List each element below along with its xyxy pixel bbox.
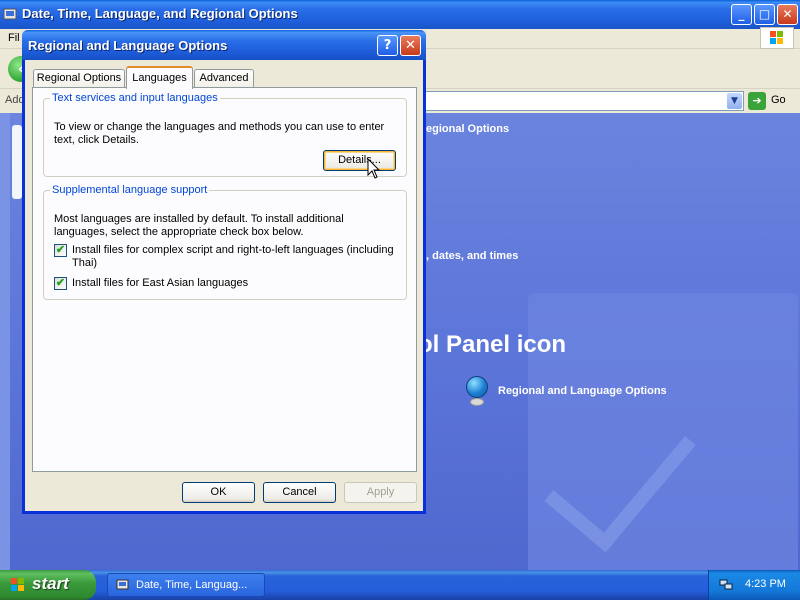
control-panel-icon: [3, 8, 17, 20]
close-button[interactable]: ✕: [777, 4, 798, 25]
tab-regional-options[interactable]: Regional Options: [33, 69, 125, 88]
dialog-title: Regional and Language Options: [28, 38, 228, 53]
supplemental-language-group: Supplemental language support Most langu…: [43, 184, 407, 300]
control-panel-icon-heading: ol Panel icon: [418, 331, 567, 358]
address-input[interactable]: ▼: [424, 91, 744, 111]
help-button[interactable]: ?: [377, 35, 398, 56]
tab-languages[interactable]: Languages: [126, 66, 193, 89]
windows-logo-icon: [760, 27, 794, 49]
taskbar: start Date, Time, Languag... 4:23 PM: [0, 570, 800, 600]
complex-script-checkbox[interactable]: ✔: [54, 244, 67, 257]
languages-tab-panel: Text services and input languages To vie…: [32, 87, 417, 472]
cancel-button[interactable]: Cancel: [263, 482, 336, 503]
network-icon[interactable]: [719, 578, 733, 592]
minimize-button[interactable]: _: [731, 4, 752, 25]
details-button[interactable]: Details...: [323, 150, 396, 171]
category-heading: egional Options: [426, 123, 510, 135]
menu-file[interactable]: Fil: [8, 32, 20, 44]
dialog-titlebar[interactable]: Regional and Language Options ? ✕: [22, 30, 426, 60]
taskbar-item-date-time[interactable]: Date, Time, Languag...: [107, 573, 265, 597]
go-arrow-icon: ➔: [748, 92, 766, 110]
dialog-close-button[interactable]: ✕: [400, 35, 421, 56]
chevron-down-icon[interactable]: ▼: [727, 93, 742, 109]
task-heading[interactable]: , dates, and times: [426, 250, 518, 262]
windows-flag-icon: [11, 578, 24, 591]
text-services-legend: Text services and input languages: [52, 92, 218, 104]
task-pane-card: [12, 125, 22, 199]
supplemental-legend: Supplemental language support: [52, 184, 208, 196]
apply-button[interactable]: Apply: [344, 482, 417, 503]
mouse-cursor-icon: [367, 158, 381, 179]
maximize-button[interactable]: □: [754, 4, 775, 25]
text-services-description: To view or change the languages and meth…: [54, 121, 385, 146]
tab-advanced[interactable]: Advanced: [194, 69, 254, 88]
start-label: start: [32, 574, 69, 593]
globe-icon[interactable]: [466, 376, 488, 398]
go-button[interactable]: ➔ Go: [748, 91, 798, 111]
east-asian-label[interactable]: Install files for East Asian languages: [72, 277, 397, 290]
globe-stand: [470, 398, 484, 406]
background-window-title: Date, Time, Language, and Regional Optio…: [22, 6, 298, 21]
supplemental-description: Most languages are installed by default.…: [54, 213, 344, 238]
go-label: Go: [771, 94, 786, 106]
east-asian-checkbox[interactable]: ✔: [54, 277, 67, 290]
clock[interactable]: 4:23 PM: [745, 578, 786, 590]
complex-script-label[interactable]: Install files for complex script and rig…: [72, 244, 397, 270]
system-tray: 4:23 PM: [708, 570, 800, 600]
background-titlebar[interactable]: Date, Time, Language, and Regional Optio…: [0, 0, 800, 29]
start-button[interactable]: start: [0, 570, 96, 600]
control-panel-icon: [116, 579, 129, 590]
ok-button[interactable]: OK: [182, 482, 255, 503]
text-services-group: Text services and input languages To vie…: [43, 92, 407, 177]
regional-options-link[interactable]: Regional and Language Options: [498, 385, 667, 397]
taskbar-item-label: Date, Time, Languag...: [136, 579, 248, 591]
regional-language-dialog: Regional and Language Options ? ✕ Region…: [22, 30, 426, 514]
task-pane: [0, 113, 10, 570]
